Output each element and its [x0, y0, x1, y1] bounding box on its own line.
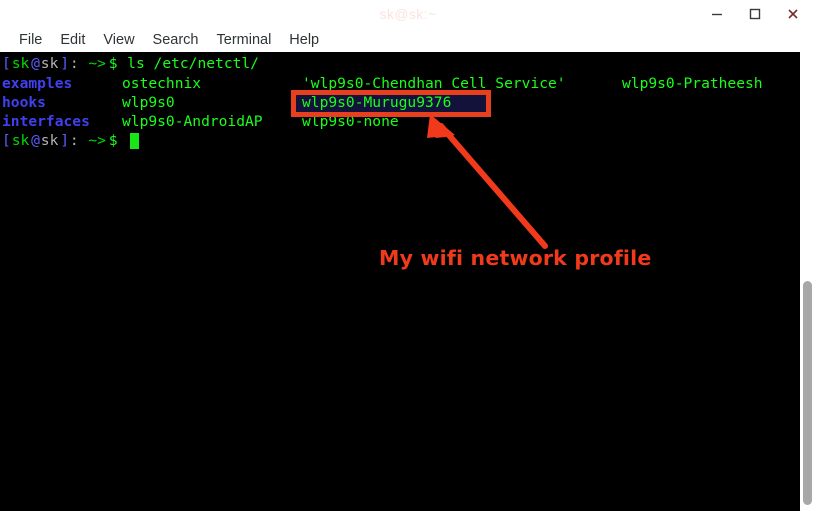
scrollbar-thumb[interactable]: [803, 281, 812, 505]
listing-file-ostechnix: ostechnix: [122, 75, 202, 92]
listing-file-wlp9s0-pratheesh: wlp9s0-Pratheesh: [622, 75, 763, 92]
window-controls: [698, 0, 812, 28]
menu-bar: File Edit View Search Terminal Help: [0, 28, 816, 52]
prompt-open-bracket: [: [2, 55, 11, 72]
listing-file-wlp9s0-androidap: wlp9s0-AndroidAP: [122, 113, 263, 130]
prompt-dollar: $: [108, 55, 118, 72]
menu-item-search[interactable]: Search: [144, 30, 208, 50]
prompt-at: @: [31, 55, 40, 72]
menu-item-edit[interactable]: Edit: [51, 30, 94, 50]
prompt-colon: :: [69, 55, 79, 72]
listing-dir-examples: examples: [2, 75, 73, 92]
listing-file-chendhan-cell-service: 'wlp9s0-Chendhan Cell Service': [302, 75, 566, 92]
window-title: sk@sk:~: [379, 6, 437, 22]
close-icon[interactable]: [774, 1, 812, 27]
prompt-close-bracket: ]: [60, 55, 69, 72]
menu-item-view[interactable]: View: [94, 30, 143, 50]
prompt2-dollar: $: [108, 132, 118, 149]
prompt2-close-bracket: ]: [60, 132, 69, 149]
menu-item-help[interactable]: Help: [280, 30, 328, 50]
listing-file-wlp9s0-none: wlp9s0-none: [302, 113, 399, 130]
listing-file-wlp9s0: wlp9s0: [122, 94, 175, 111]
annotation-label: My wifi network profile: [379, 246, 652, 270]
title-bar[interactable]: sk@sk:~: [0, 0, 816, 29]
prompt2-path: ~>: [79, 132, 106, 149]
maximize-icon[interactable]: [736, 1, 774, 27]
listing-dir-interfaces: interfaces: [2, 113, 90, 130]
terminal-screen[interactable]: [ sk @ sk ] : ~> $ ls /etc/netctl/ examp…: [0, 52, 800, 511]
listing-dir-hooks: hooks: [2, 94, 46, 111]
prompt-host: sk: [40, 55, 59, 72]
prompt2-open-bracket: [: [2, 132, 11, 149]
terminal-command: ls /etc/netctl/: [118, 55, 259, 72]
block-cursor: [130, 133, 139, 149]
menu-item-file[interactable]: File: [10, 30, 51, 50]
prompt2-at: @: [31, 132, 40, 149]
terminal-window: sk@sk:~ File Edit View Search Terminal H…: [0, 0, 816, 511]
minimize-icon[interactable]: [698, 1, 736, 27]
prompt2-colon: :: [69, 132, 79, 149]
listing-file-wlp9s0-murugu9376: wlp9s0-Murugu9376: [302, 94, 452, 111]
prompt-path: ~>: [79, 55, 106, 72]
prompt2-user: sk: [11, 132, 30, 149]
prompt2-host: sk: [40, 132, 59, 149]
menu-item-terminal[interactable]: Terminal: [208, 30, 281, 50]
prompt-user: sk: [11, 55, 30, 72]
